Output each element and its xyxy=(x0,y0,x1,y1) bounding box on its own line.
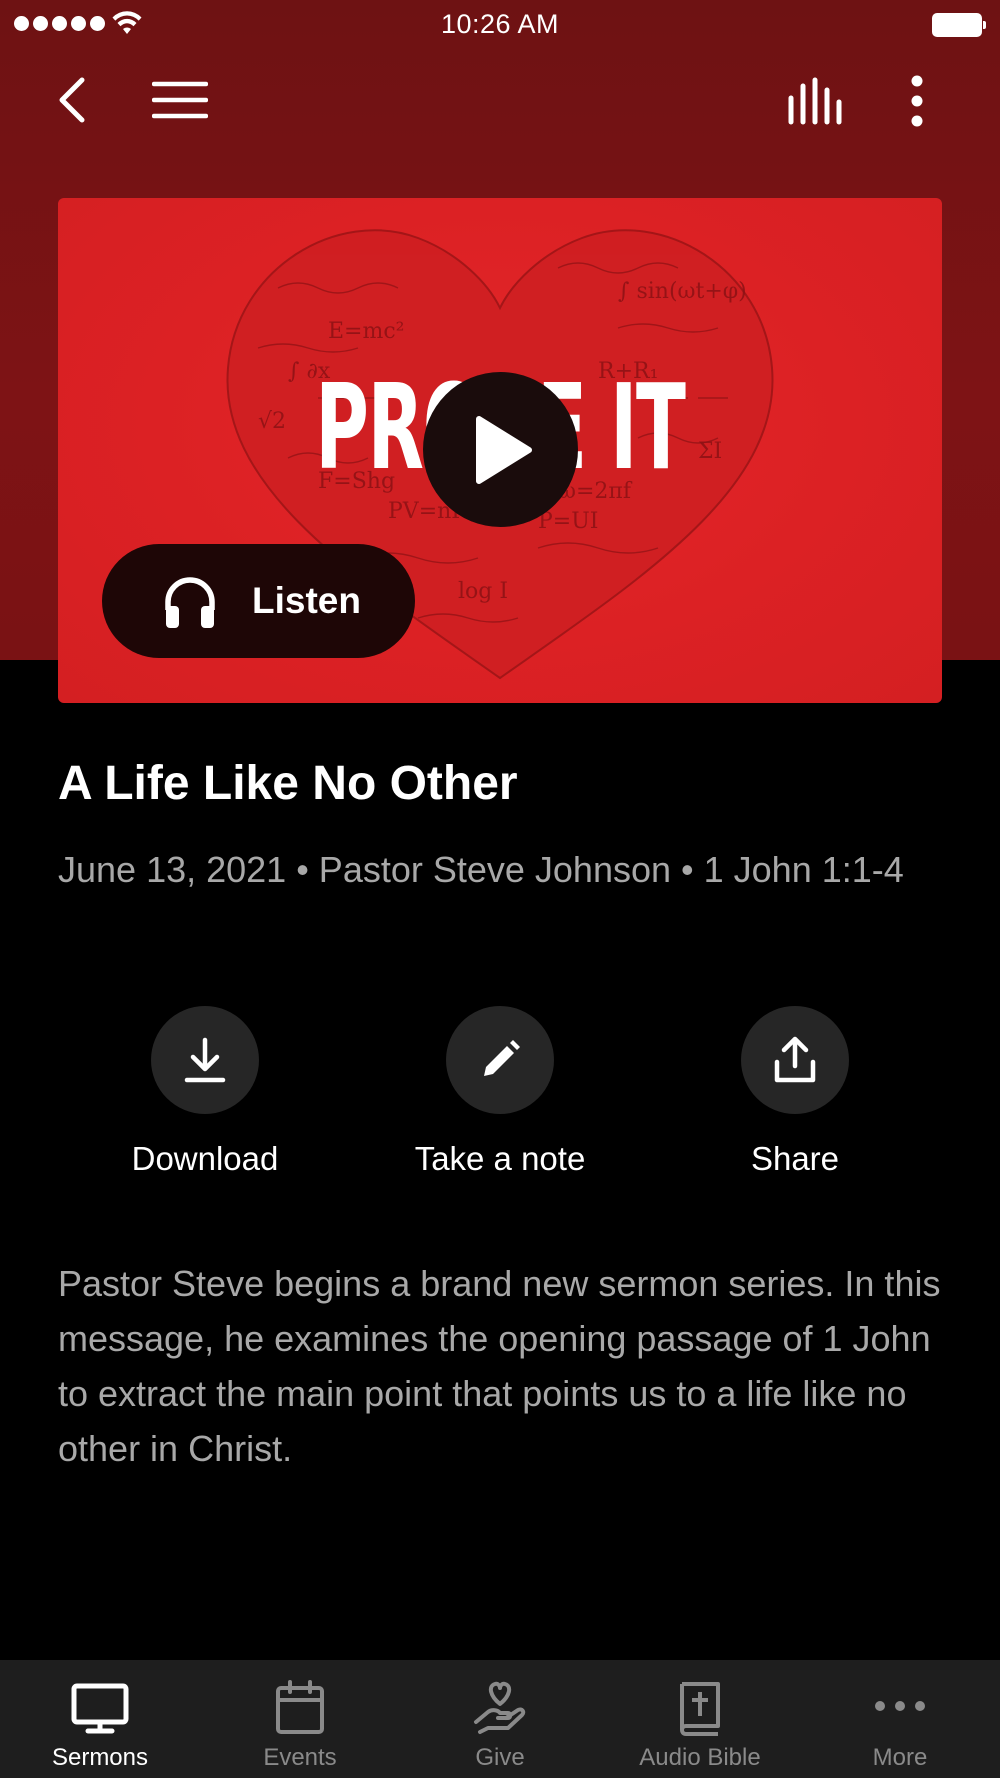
take-note-label: Take a note xyxy=(414,1140,586,1177)
equalizer-button[interactable] xyxy=(786,76,846,126)
bottom-tab-bar: Sermons Events Give Audio Bible More xyxy=(0,1660,1000,1778)
tab-give[interactable]: Give xyxy=(400,1660,600,1778)
pencil-icon xyxy=(484,1040,520,1076)
tab-events-label: Events xyxy=(263,1744,337,1771)
monitor-icon xyxy=(71,1683,129,1734)
download-button[interactable]: Download xyxy=(85,1006,325,1178)
play-button[interactable] xyxy=(423,372,578,527)
sermon-description: Pastor Steve begins a brand new sermon s… xyxy=(58,1263,941,1469)
take-note-button[interactable]: Take a note xyxy=(380,1006,620,1178)
listen-label: Listen xyxy=(252,580,361,621)
more-options-button[interactable] xyxy=(902,74,932,128)
download-icon xyxy=(184,1037,226,1083)
download-label: Download xyxy=(131,1140,279,1177)
share-icon xyxy=(774,1036,816,1083)
tab-sermons-label: Sermons xyxy=(51,1744,149,1771)
tab-give-label: Give xyxy=(475,1744,525,1771)
tab-more[interactable]: More xyxy=(800,1660,1000,1778)
horizontal-dots-icon xyxy=(875,1701,925,1711)
sermon-artwork: E=mc² ∫ sin(ωt+φ) √2 ΣI ω=2πf PV=nRT F=S… xyxy=(58,198,942,703)
share-button[interactable]: Share xyxy=(675,1006,915,1178)
svg-text:∫ sin(ωt+φ): ∫ sin(ωt+φ) xyxy=(618,279,747,304)
tab-more-label: More xyxy=(872,1744,928,1771)
tab-audio-bible-label: Audio Bible xyxy=(639,1744,761,1771)
tab-sermons[interactable]: Sermons xyxy=(0,1660,200,1778)
battery-icon xyxy=(932,13,986,37)
tab-audio-bible[interactable]: Audio Bible xyxy=(600,1660,800,1778)
svg-text:E=mc²: E=mc² xyxy=(328,319,405,344)
play-icon xyxy=(475,415,532,484)
hand-heart-icon xyxy=(474,1681,526,1734)
tab-events[interactable]: Events xyxy=(200,1660,400,1778)
status-time: 10:26 AM xyxy=(440,9,560,39)
headphones-icon xyxy=(165,577,215,628)
action-row: Download Take a note Share xyxy=(0,1006,1000,1186)
back-button[interactable] xyxy=(52,72,96,128)
listen-button[interactable]: Listen xyxy=(102,544,415,658)
status-bar: 10:26 AM xyxy=(0,0,1000,50)
svg-text:log I: log I xyxy=(458,579,508,604)
hamburger-menu-button[interactable] xyxy=(152,78,208,122)
svg-text:P=UI: P=UI xyxy=(538,509,598,534)
bible-icon xyxy=(680,1682,720,1736)
share-label: Share xyxy=(750,1140,840,1177)
sermon-meta: June 13, 2021 • Pastor Steve Johnson • 1… xyxy=(58,849,904,890)
sermon-title: A Life Like No Other xyxy=(58,757,518,810)
calendar-icon xyxy=(276,1680,324,1734)
